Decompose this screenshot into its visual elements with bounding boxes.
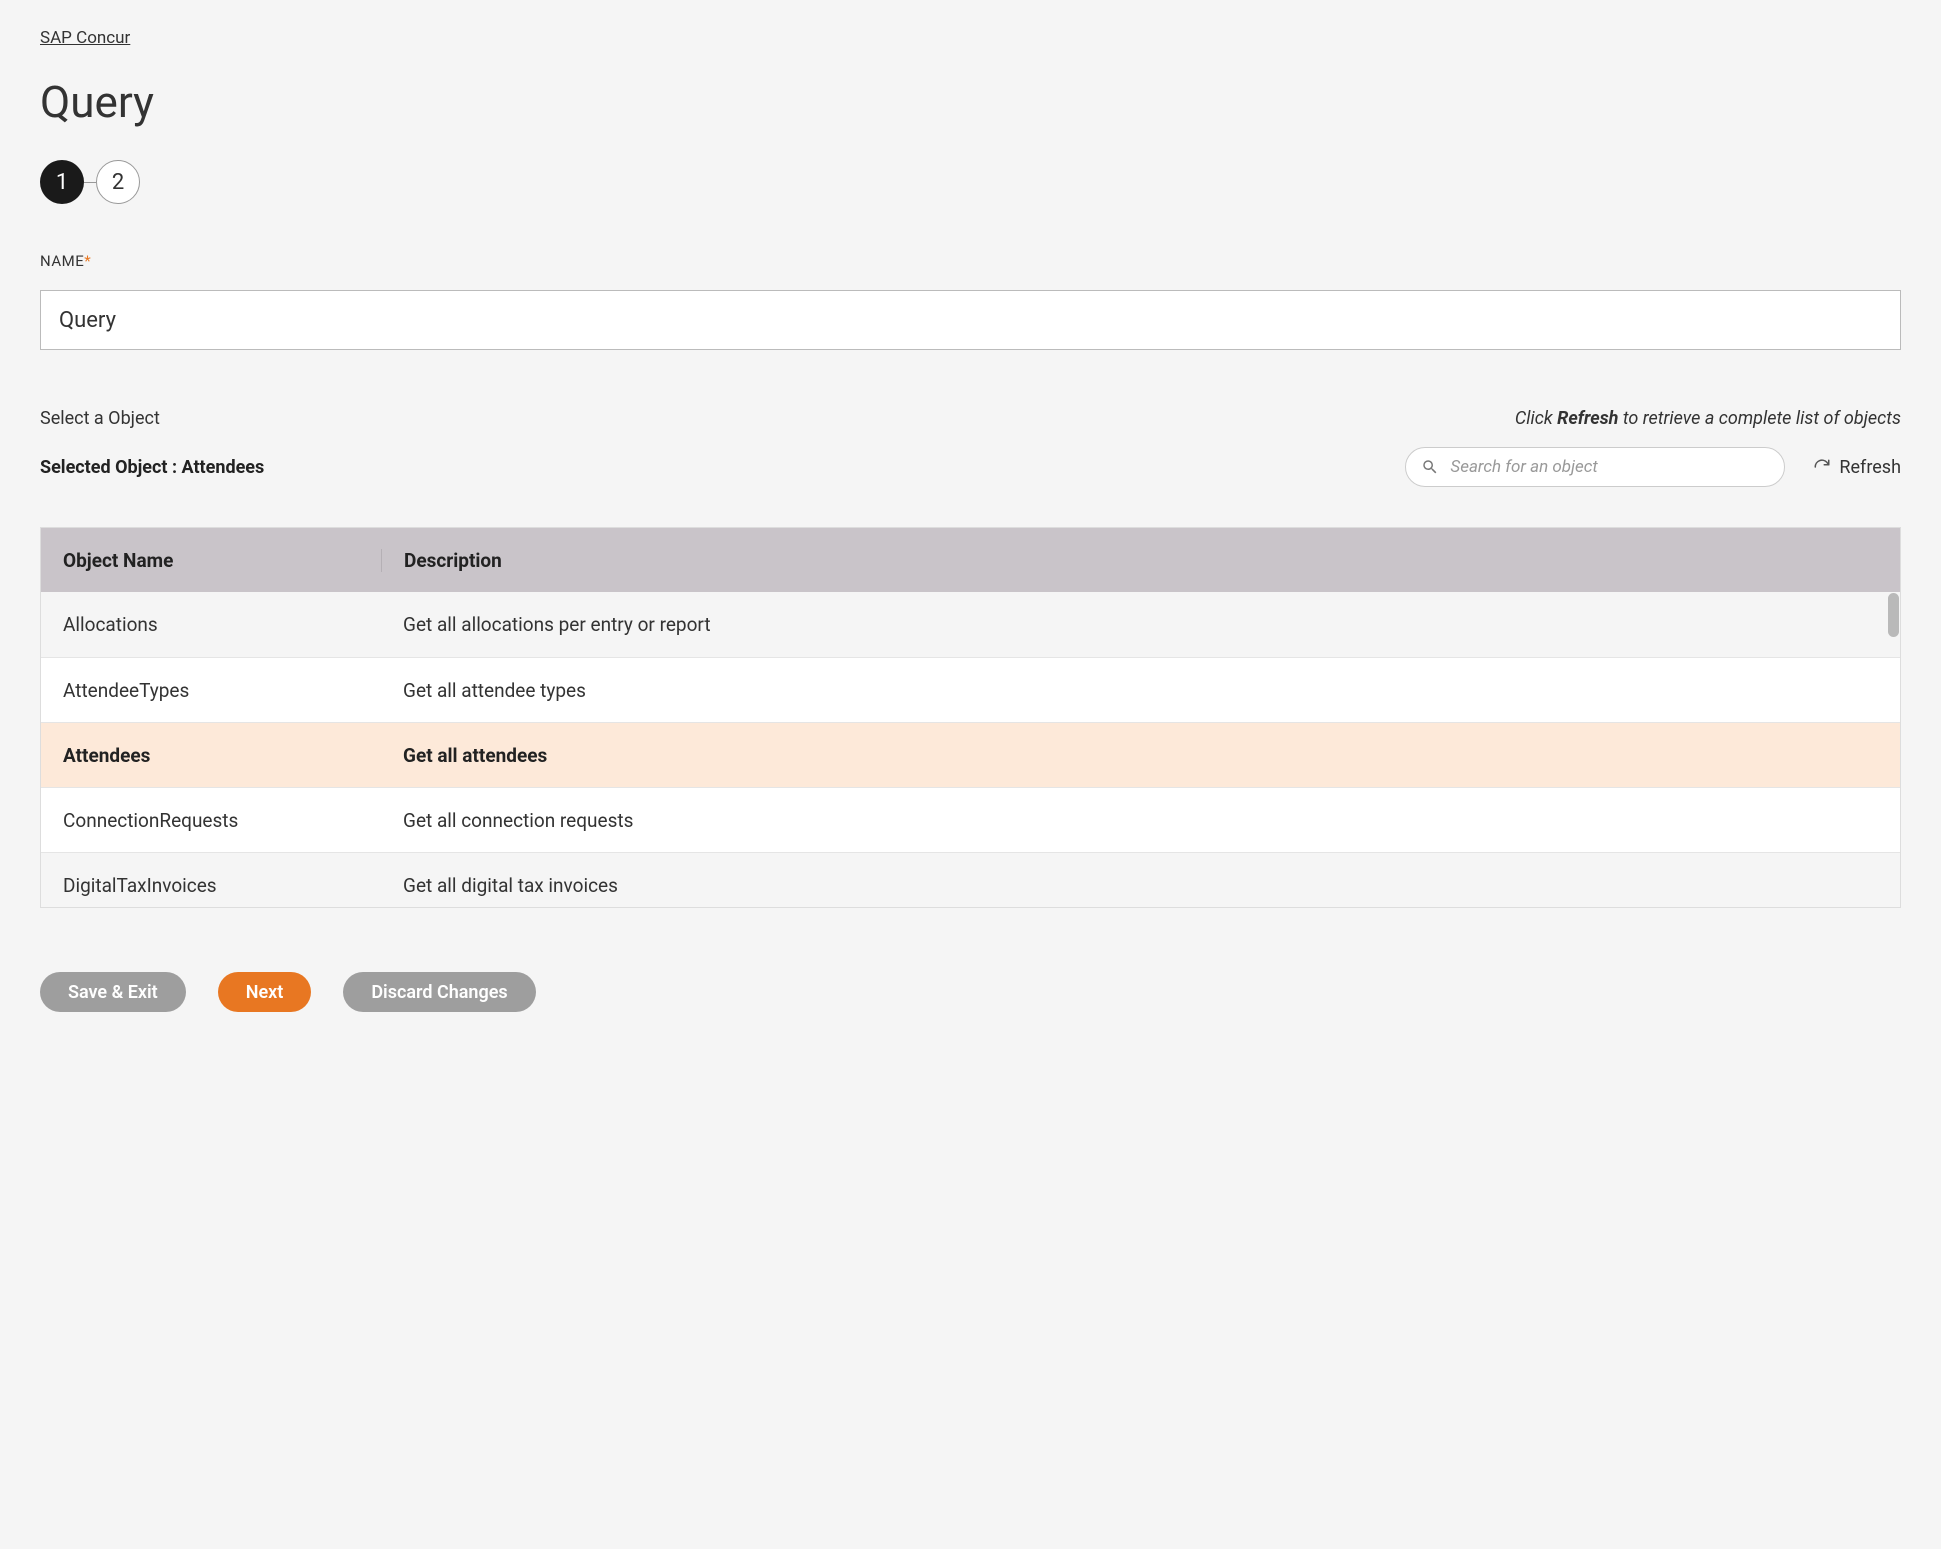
breadcrumb-link[interactable]: SAP Concur [40,28,130,48]
cell-object-name: Allocations [41,613,381,636]
cell-description: Get all connection requests [381,809,1900,832]
search-wrapper [1405,447,1785,487]
next-button[interactable]: Next [218,972,312,1012]
cell-description: Get all attendee types [381,679,1900,702]
required-indicator: * [84,252,91,270]
hint-suffix: to retrieve a complete list of objects [1618,408,1901,429]
discard-button[interactable]: Discard Changes [343,972,535,1012]
step-connector [84,182,96,183]
cell-description: Get all attendees [381,744,1900,767]
refresh-hint: Click Refresh to retrieve a complete lis… [1515,408,1901,429]
name-field-label: NAME* [40,252,1901,270]
cell-object-name: Attendees [41,744,381,767]
step-2[interactable]: 2 [96,160,140,204]
cell-description: Get all digital tax invoices [381,874,1900,897]
selected-prefix: Selected Object : [40,457,182,478]
table-row[interactable]: AttendeeTypesGet all attendee types [41,657,1900,722]
object-table: Object Name Description AllocationsGet a… [40,527,1901,908]
step-1[interactable]: 1 [40,160,84,204]
table-row[interactable]: DigitalTaxInvoicesGet all digital tax in… [41,852,1900,907]
page-title: Query [40,76,1901,128]
refresh-label: Refresh [1839,457,1901,478]
hint-prefix: Click [1515,408,1557,429]
refresh-button[interactable]: Refresh [1813,457,1901,478]
cell-description: Get all allocations per entry or report [381,613,1900,636]
search-icon [1421,458,1439,476]
header-object-name: Object Name [41,549,381,572]
table-row[interactable]: ConnectionRequestsGet all connection req… [41,787,1900,852]
hint-bold: Refresh [1557,408,1618,429]
save-exit-button[interactable]: Save & Exit [40,972,186,1012]
name-label-text: NAME [40,252,84,270]
table-row[interactable]: AttendeesGet all attendees [41,722,1900,787]
select-object-label: Select a Object [40,408,160,429]
action-bar: Save & Exit Next Discard Changes [40,972,1901,1012]
cell-object-name: AttendeeTypes [41,679,381,702]
cell-object-name: ConnectionRequests [41,809,381,832]
scrollbar-thumb[interactable] [1888,593,1899,637]
header-description: Description [381,549,1900,572]
table-header: Object Name Description [41,528,1900,592]
cell-object-name: DigitalTaxInvoices [41,874,381,897]
search-input[interactable] [1405,447,1785,487]
table-body: AllocationsGet all allocations per entry… [41,592,1900,907]
refresh-icon [1813,458,1831,476]
name-input[interactable] [40,290,1901,350]
step-indicator: 1 2 [40,160,1901,204]
selected-object-text: Selected Object : Attendees [40,457,264,478]
selected-value: Attendees [182,457,265,478]
table-row[interactable]: AllocationsGet all allocations per entry… [41,592,1900,657]
